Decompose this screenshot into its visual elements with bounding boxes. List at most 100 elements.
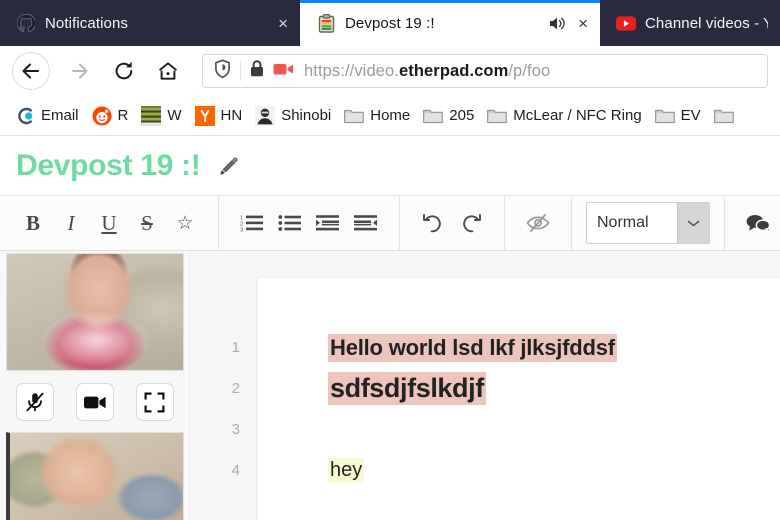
bookmark-ev-folder[interactable]: EV xyxy=(650,104,709,128)
close-icon[interactable]: × xyxy=(578,15,588,32)
bookmark-label: Home xyxy=(370,107,411,124)
chevron-down-icon[interactable] xyxy=(677,203,709,243)
strikethrough-button[interactable]: S xyxy=(128,204,166,242)
editor-line-text: hey xyxy=(328,458,365,483)
style-select[interactable]: Normal xyxy=(586,202,710,244)
participant-video-remote[interactable] xyxy=(5,432,184,520)
close-icon[interactable]: × xyxy=(278,15,288,32)
toolbar-group-authorship xyxy=(505,196,572,250)
address-bar[interactable]: https://video.etherpad.com/p/foo xyxy=(202,54,768,88)
camera-icon[interactable] xyxy=(273,62,294,81)
bookmark-label: HN xyxy=(220,107,243,124)
line-number: 2 xyxy=(231,380,240,397)
folder-icon xyxy=(487,106,508,126)
undo-button[interactable] xyxy=(414,204,452,242)
reddit-icon xyxy=(92,106,112,126)
address-divider xyxy=(240,61,241,81)
bookmark-label: 205 xyxy=(449,107,475,124)
ordered-list-button[interactable]: 1 2 3 xyxy=(233,204,271,242)
browser-tab-youtube[interactable]: Channel videos - Yo xyxy=(600,0,780,46)
speaker-icon[interactable] xyxy=(549,16,566,31)
browser-tab-devpost[interactable]: Devpost 19 :! × xyxy=(300,0,600,46)
bookmark-label: Email xyxy=(41,107,79,124)
italic-button[interactable]: I xyxy=(52,204,90,242)
chat-bubble-icon[interactable] xyxy=(739,204,777,242)
toolbar-group-format: B I U S ☆ xyxy=(0,196,219,250)
editor-toolbar: B I U S ☆ 1 2 3 Normal xyxy=(0,196,780,251)
folder-icon xyxy=(344,106,365,126)
line-number: 3 xyxy=(231,421,240,438)
bookmark-shinobi[interactable]: Shinobi xyxy=(250,104,339,128)
pad-editor-area: 1 2 3 4 Hello world lsd lkf jlksjfddsf s… xyxy=(190,251,780,520)
bookmark-205-folder[interactable]: 205 xyxy=(418,104,482,128)
pencil-icon[interactable] xyxy=(218,155,240,177)
reload-button[interactable] xyxy=(102,49,146,93)
browser-tab-notifications[interactable]: Notifications × xyxy=(0,0,300,46)
bookmark-home-folder[interactable]: Home xyxy=(339,104,418,128)
bookmark-email[interactable]: Email xyxy=(10,104,87,128)
editor-line[interactable] xyxy=(328,409,780,450)
redo-button[interactable] xyxy=(452,204,490,242)
bookmark-label: W xyxy=(167,107,182,124)
toolbar-group-style: Normal xyxy=(572,196,725,250)
camera-icon[interactable] xyxy=(75,383,114,421)
bold-button[interactable]: B xyxy=(14,204,52,242)
tab-title: Notifications xyxy=(45,14,129,32)
toolbar-group-chat xyxy=(725,196,780,250)
home-button[interactable] xyxy=(146,49,190,93)
line-number: 4 xyxy=(231,462,240,479)
unordered-list-button[interactable] xyxy=(271,204,309,242)
github-icon xyxy=(16,13,36,33)
bookmark-label: Shinobi xyxy=(281,107,332,124)
style-select-value: Normal xyxy=(597,214,649,231)
bookmark-label: McLear / NFC Ring xyxy=(513,107,642,124)
editor-line[interactable]: hey xyxy=(328,450,780,491)
lock-icon[interactable] xyxy=(249,59,265,83)
back-button[interactable] xyxy=(12,52,50,90)
editor-line[interactable]: Hello world lsd lkf jlksjfddsf xyxy=(328,327,780,368)
fullscreen-icon[interactable] xyxy=(135,383,174,421)
bookmark-overflow-folder[interactable] xyxy=(709,104,748,128)
tab-title: Devpost 19 :! xyxy=(345,14,435,32)
email-circle-icon xyxy=(15,106,35,126)
bookmark-label: R xyxy=(117,107,129,124)
outdent-button[interactable] xyxy=(347,204,385,242)
clipboard-icon xyxy=(316,13,336,33)
bookmark-reddit[interactable]: R xyxy=(87,104,137,128)
editor-line[interactable]: sdfsdjfslkdjf xyxy=(328,368,780,409)
browser-tab-strip: Notifications × Devpost 19 :! × Channel … xyxy=(0,0,780,46)
mic-muted-icon[interactable] xyxy=(15,383,54,421)
toolbar-group-lists: 1 2 3 xyxy=(219,196,400,250)
url-text[interactable]: https://video.etherpad.com/p/foo xyxy=(304,62,550,81)
folder-icon xyxy=(654,106,675,126)
participant-video-self[interactable] xyxy=(5,253,184,371)
folder-icon xyxy=(423,106,444,126)
bookmark-w[interactable]: W xyxy=(136,104,189,128)
toolbar-group-history xyxy=(400,196,505,250)
camo-square-icon xyxy=(141,105,162,126)
pad-text-editor[interactable]: Hello world lsd lkf jlksjfddsf sdfsdjfsl… xyxy=(258,278,780,520)
folder-icon xyxy=(713,106,734,126)
youtube-icon xyxy=(616,13,636,33)
video-controls xyxy=(15,371,174,432)
star-icon[interactable]: ☆ xyxy=(166,204,204,242)
browser-navigation-bar: https://video.etherpad.com/p/foo xyxy=(0,46,780,96)
indent-button[interactable] xyxy=(309,204,347,242)
pad-body: 1 2 3 4 Hello world lsd lkf jlksjfddsf s… xyxy=(0,251,780,520)
tab-title: Channel videos - Yo xyxy=(645,14,768,32)
eye-slash-icon[interactable] xyxy=(519,204,557,242)
active-tab-accent xyxy=(300,0,600,3)
video-sidebar xyxy=(0,251,190,520)
bookmark-mclear-folder[interactable]: McLear / NFC Ring xyxy=(482,104,649,128)
shield-icon[interactable] xyxy=(213,59,232,84)
hackernews-icon xyxy=(194,105,215,126)
editor-line-text: Hello world lsd lkf jlksjfddsf xyxy=(328,333,617,362)
svg-text:3: 3 xyxy=(240,228,243,234)
page-title: Devpost 19 :! xyxy=(16,148,201,182)
editor-line-text xyxy=(328,429,332,431)
bookmark-hn[interactable]: HN xyxy=(190,104,251,128)
forward-button[interactable] xyxy=(58,49,102,93)
underline-button[interactable]: U xyxy=(90,204,128,242)
shinobi-icon xyxy=(255,105,276,126)
editor-line-text: sdfsdjfslkdjf xyxy=(328,372,486,405)
